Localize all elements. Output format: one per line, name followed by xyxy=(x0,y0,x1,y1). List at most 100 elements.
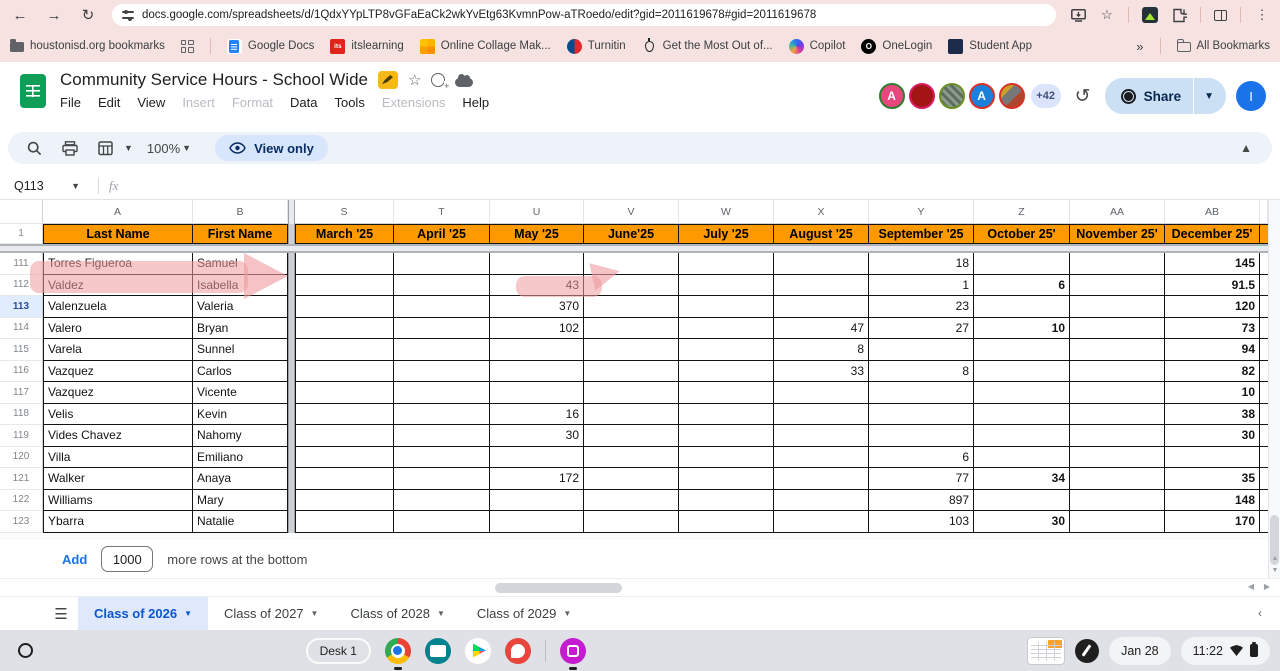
cell-month-value[interactable] xyxy=(974,296,1070,318)
cell-month-value[interactable] xyxy=(584,296,679,318)
cell-last-name[interactable]: Vazquez xyxy=(43,360,193,382)
cell-month-value[interactable]: 30 xyxy=(974,511,1070,533)
cell-month-value[interactable] xyxy=(490,446,584,468)
menu-view[interactable]: View xyxy=(137,95,165,110)
cell-month-value[interactable] xyxy=(1070,339,1165,361)
add-rows-button[interactable]: Add xyxy=(62,552,87,567)
cell-first-name[interactable]: Mary xyxy=(193,489,288,511)
cell-first-name[interactable]: Emiliano xyxy=(193,446,288,468)
cell-month-value[interactable] xyxy=(679,339,774,361)
column-header-T[interactable]: T xyxy=(394,200,490,224)
cell-month-value[interactable] xyxy=(584,360,679,382)
cell-month-value[interactable] xyxy=(295,489,394,511)
cell-month-value[interactable] xyxy=(774,425,869,447)
cell-month-value[interactable] xyxy=(869,403,974,425)
cell-month-value[interactable] xyxy=(584,425,679,447)
menu-edit[interactable]: Edit xyxy=(98,95,120,110)
header-month[interactable]: June'25 xyxy=(584,224,679,244)
scroll-right-icon[interactable]: ▶ xyxy=(1264,582,1270,591)
cell-month-value[interactable] xyxy=(774,403,869,425)
row-number[interactable]: 116 xyxy=(0,360,43,382)
row-number[interactable]: 117 xyxy=(0,382,43,404)
cell-month-value[interactable] xyxy=(295,360,394,382)
header-month[interactable]: December 25' xyxy=(1165,224,1260,244)
cell-last-name[interactable]: Vazquez xyxy=(43,382,193,404)
cell-month-value[interactable] xyxy=(774,489,869,511)
share-dropdown-icon[interactable]: ▼ xyxy=(1193,78,1226,114)
vertical-scrollbar[interactable]: ▲ ▼ xyxy=(1268,200,1280,578)
cell-month-value[interactable] xyxy=(490,489,584,511)
cell-month-value[interactable] xyxy=(295,339,394,361)
cell-last-name[interactable]: Valero xyxy=(43,317,193,339)
header-month[interactable]: September '25 xyxy=(869,224,974,244)
cell-month-value[interactable]: 82 xyxy=(1165,360,1260,382)
search-icon[interactable] xyxy=(20,135,48,161)
column-header-S[interactable]: S xyxy=(295,200,394,224)
cell-month-value[interactable]: 6 xyxy=(974,274,1070,296)
cell-month-value[interactable] xyxy=(1070,468,1165,490)
cell-month-value[interactable] xyxy=(869,339,974,361)
cell-month-value[interactable]: 77 xyxy=(869,468,974,490)
bookmark-google-docs[interactable]: Google Docs xyxy=(226,38,314,54)
menu-help[interactable]: Help xyxy=(462,95,489,110)
column-header-Z[interactable]: Z xyxy=(974,200,1070,224)
cell-month-value[interactable]: 172 xyxy=(490,468,584,490)
header-month[interactable]: March '25 xyxy=(295,224,394,244)
cell-month-value[interactable]: 91.5 xyxy=(1165,274,1260,296)
cell-month-value[interactable] xyxy=(1165,446,1260,468)
cell-month-value[interactable] xyxy=(1070,446,1165,468)
apps-grid-icon[interactable] xyxy=(180,39,194,53)
tab-class-of-2028[interactable]: Class of 2028 ▼ xyxy=(334,597,460,630)
cell-month-value[interactable]: 1 xyxy=(869,274,974,296)
desk-button[interactable]: Desk 1 xyxy=(305,637,371,664)
avatar[interactable]: A xyxy=(878,83,905,109)
tab-class-of-2029[interactable]: Class of 2029 ▼ xyxy=(461,597,587,630)
cell-month-value[interactable] xyxy=(394,403,490,425)
cell-month-value[interactable] xyxy=(1070,382,1165,404)
cell-month-value[interactable] xyxy=(869,382,974,404)
print-icon[interactable] xyxy=(56,135,84,161)
avatar[interactable] xyxy=(908,83,935,109)
cell-month-value[interactable] xyxy=(394,274,490,296)
cell-month-value[interactable]: 897 xyxy=(869,489,974,511)
cell-month-value[interactable]: 18 xyxy=(869,253,974,275)
cell-month-value[interactable] xyxy=(394,339,490,361)
cell-month-value[interactable] xyxy=(974,446,1070,468)
tab-class-of-2026[interactable]: Class of 2026 ▼ xyxy=(78,597,209,630)
tab-caret-icon[interactable]: ▼ xyxy=(311,609,319,618)
cell-month-value[interactable] xyxy=(1070,489,1165,511)
cell-month-value[interactable] xyxy=(679,468,774,490)
select-all-corner[interactable] xyxy=(0,200,43,224)
cell-month-value[interactable]: 10 xyxy=(974,317,1070,339)
cell-month-value[interactable] xyxy=(394,511,490,533)
cell-month-value[interactable] xyxy=(584,317,679,339)
cell-month-value[interactable]: 47 xyxy=(774,317,869,339)
cell-month-value[interactable]: 145 xyxy=(1165,253,1260,275)
cell-month-value[interactable] xyxy=(394,317,490,339)
row-number[interactable]: 113 xyxy=(0,296,43,318)
cell-month-value[interactable] xyxy=(490,339,584,361)
cell-month-value[interactable] xyxy=(869,425,974,447)
header-last-name[interactable]: Last Name xyxy=(43,224,193,244)
header-first-name[interactable]: First Name xyxy=(193,224,288,244)
bookmark-online-collage[interactable]: Online Collage Mak... xyxy=(419,38,551,54)
row-number[interactable]: 121 xyxy=(0,468,43,490)
cell-month-value[interactable] xyxy=(1070,425,1165,447)
bookmarks-folder[interactable]: houstonisd.org bookmarks xyxy=(10,39,165,52)
cell-month-value[interactable] xyxy=(295,253,394,275)
tab-caret-icon[interactable]: ▼ xyxy=(437,609,445,618)
cell-month-value[interactable]: 148 xyxy=(1165,489,1260,511)
cell-month-value[interactable] xyxy=(394,489,490,511)
cell-month-value[interactable] xyxy=(394,253,490,275)
cell-month-value[interactable]: 120 xyxy=(1165,296,1260,318)
screenshot-tool-icon[interactable] xyxy=(559,637,586,670)
row-number[interactable]: 120 xyxy=(0,446,43,468)
row-number[interactable]: 123 xyxy=(0,511,43,533)
cell-month-value[interactable] xyxy=(295,403,394,425)
approvals-icon[interactable] xyxy=(431,73,450,91)
cell-last-name[interactable]: Ybarra xyxy=(43,511,193,533)
name-box-caret-icon[interactable]: ▼ xyxy=(71,181,80,191)
back-icon[interactable]: ← xyxy=(10,7,30,24)
cell-month-value[interactable] xyxy=(679,425,774,447)
column-header-U[interactable]: U xyxy=(490,200,584,224)
